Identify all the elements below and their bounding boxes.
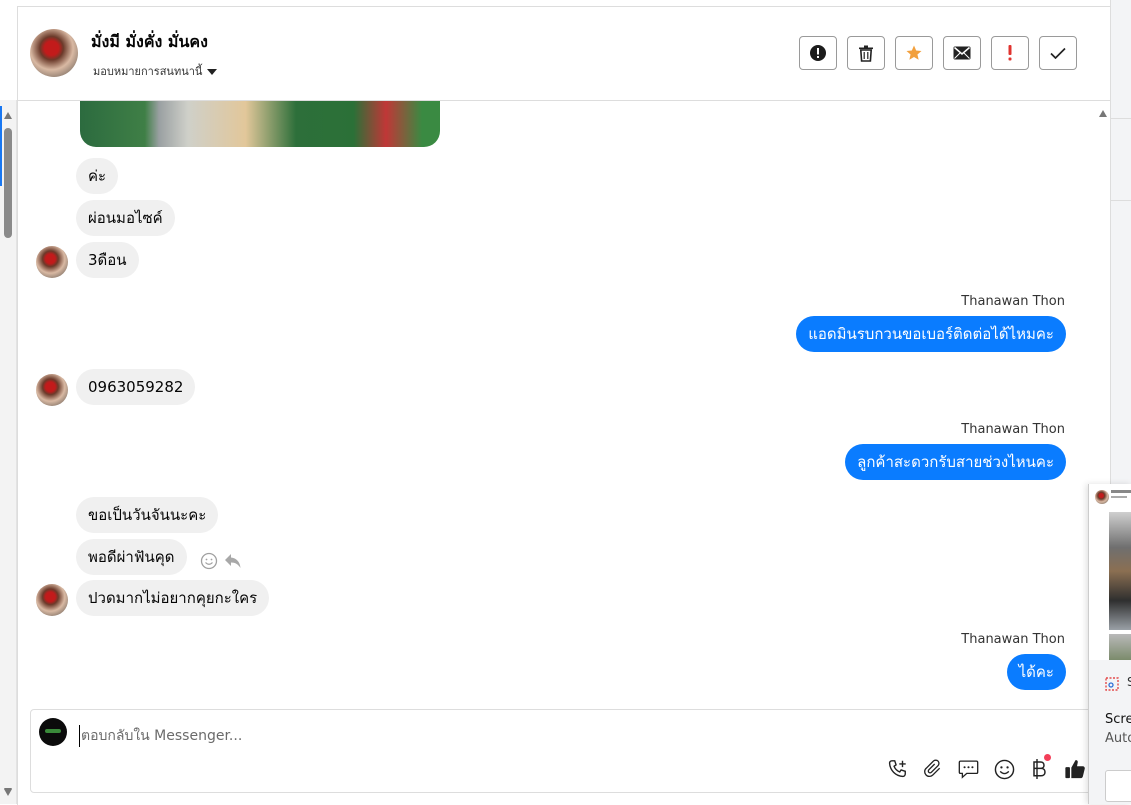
- sender-name: Thanawan Thon: [961, 632, 1065, 647]
- payment-baht-icon[interactable]: [1028, 754, 1051, 780]
- popup-avatar: [1095, 490, 1109, 504]
- outgoing-message[interactable]: ได้คะ: [1006, 654, 1066, 690]
- assign-label: มอบหมายการสนทนานี้: [93, 65, 203, 78]
- incoming-message[interactable]: ปวดมากไม่อยากคุยกะใคร: [76, 580, 270, 616]
- page-avatar: [39, 718, 67, 746]
- alert-circle-icon: [810, 45, 826, 61]
- exclamation-icon: [1008, 45, 1012, 61]
- conversation-panel: มั่งมี มั่งคั่ง มั่นคง มอบหมายการสนทนานี…: [17, 6, 1111, 805]
- scroll-thumb[interactable]: [4, 128, 12, 238]
- emoji-icon[interactable]: [993, 758, 1015, 780]
- incoming-message[interactable]: ผ่อนมอไซค์: [76, 200, 175, 236]
- popup-badge: S: [1127, 675, 1131, 689]
- contact-avatar[interactable]: [30, 29, 78, 77]
- delete-button[interactable]: [847, 36, 885, 70]
- thumbs-up-icon[interactable]: [1064, 758, 1086, 780]
- popup-thumbnail: [1109, 512, 1131, 630]
- outgoing-message[interactable]: ลูกค้าสะดวกรับสายช่วงไหนคะ: [845, 444, 1066, 480]
- incoming-message[interactable]: ค่ะ: [76, 158, 119, 194]
- sender-name: Thanawan Thon: [961, 294, 1065, 309]
- contact-avatar-small: [36, 584, 68, 616]
- contact-name: มั่งมี มั่งคั่ง มั่นคง: [91, 32, 208, 51]
- caret-down-icon: [207, 69, 218, 75]
- trash-icon: [859, 45, 873, 62]
- sender-name: Thanawan Thon: [961, 422, 1065, 437]
- popup-footer: S Scre Auto: [1089, 660, 1131, 804]
- star-button[interactable]: [895, 36, 933, 70]
- popup-line1: Scre: [1105, 712, 1131, 727]
- mark-done-button[interactable]: [1039, 36, 1077, 70]
- popup-action-button[interactable]: [1105, 770, 1131, 802]
- paperclip-icon[interactable]: [922, 758, 944, 780]
- react-smiley-icon[interactable]: [200, 552, 218, 574]
- popup-thumbnail-2: [1109, 634, 1131, 660]
- report-button[interactable]: [799, 36, 837, 70]
- left-active-indicator: [0, 106, 2, 186]
- popup-subtitle-bar: [1111, 496, 1127, 498]
- scroll-up-arrow-icon[interactable]: [4, 112, 12, 119]
- scroll-up-arrow-icon[interactable]: [1099, 110, 1107, 117]
- assign-conversation-dropdown[interactable]: มอบหมายการสนทนานี้: [93, 62, 218, 80]
- conversation-header: มั่งมี มั่งคั่ง มั่นคง มอบหมายการสนทนานี…: [18, 7, 1111, 101]
- mark-unread-button[interactable]: [943, 36, 981, 70]
- left-scrollbar[interactable]: [0, 100, 17, 804]
- reply-composer[interactable]: ตอบกลับใน Messenger...: [30, 709, 1095, 793]
- popup-title-bar: [1111, 490, 1131, 493]
- star-icon: [906, 45, 922, 60]
- contact-avatar-small: [36, 374, 68, 406]
- scroll-down-arrow-icon[interactable]: [4, 789, 12, 796]
- contact-avatar-small: [36, 246, 68, 278]
- call-add-icon[interactable]: [886, 758, 908, 780]
- incoming-message[interactable]: พอดีผ่าฟันคุด: [76, 539, 187, 575]
- incoming-message[interactable]: ขอเป็นวันจันนะคะ: [76, 497, 219, 533]
- snipping-tool-icon: [1105, 676, 1119, 691]
- checkmark-icon: [1050, 47, 1066, 59]
- envelope-icon: [953, 46, 971, 60]
- incoming-message[interactable]: 3ดือน: [76, 242, 139, 278]
- message-list[interactable]: ค่ะ ผ่อนมอไซค์ 3ดือน Thanawan Thon แอดมิ…: [18, 101, 1111, 709]
- outgoing-message[interactable]: แอดมินรบกวนขอเบอร์ติดต่อได้ไหมคะ: [796, 316, 1066, 352]
- popup-line2: Auto: [1105, 731, 1131, 746]
- notification-dot: [1044, 754, 1051, 761]
- priority-button[interactable]: [991, 36, 1029, 70]
- shared-photo[interactable]: [80, 101, 440, 147]
- incoming-message[interactable]: 0963059282: [76, 369, 196, 405]
- reply-arrow-icon[interactable]: [224, 553, 242, 573]
- reply-input[interactable]: ตอบกลับใน Messenger...: [79, 725, 242, 747]
- saved-replies-icon[interactable]: [957, 758, 979, 780]
- screenshot-notification-popup[interactable]: S Scre Auto: [1088, 484, 1131, 804]
